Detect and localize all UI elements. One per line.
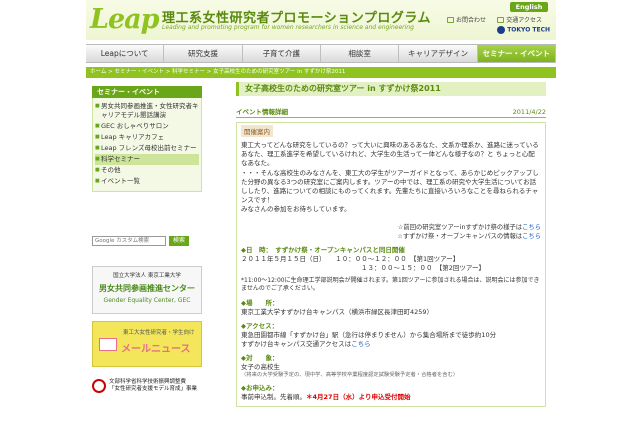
gec-banner-org: 国立大学法人 東京工業大学 <box>113 273 181 279</box>
page: Leap 理工系女性研究者プロモーションプログラム Leading and pr… <box>86 0 556 426</box>
mext-text: 文部科学省科学技術振興調整費 「女性研究者支援モデル育成」事業 <box>109 379 197 393</box>
prev-tour-line: ☆前回の研究室ツアーinすずかけ祭の様子はこちら <box>241 223 541 232</box>
nav-item-about[interactable]: Leapについて <box>86 45 165 62</box>
sidebar-item-label: Leap キャリアカフェ <box>101 133 165 141</box>
gec-banner-title: 男女共同参画推進センター <box>99 284 195 293</box>
search-button[interactable]: 検索 <box>169 236 189 246</box>
nav-item-career-design[interactable]: キャリアデザイン <box>399 45 478 62</box>
gec-banner[interactable]: 国立大学法人 東京工業大学 男女共同参画推進センター Gender Equali… <box>92 266 202 314</box>
intro-paragraph-1: 東工大ってどんな研究をしているの？って大いに興味のあるあなた、文系か理系か、進路… <box>241 141 539 168</box>
site-subtitle: Leading and promoting program for women … <box>162 24 414 31</box>
intro-paragraph-3: みなさんの参加をお待ちしています。 <box>241 205 351 214</box>
open-campus-link[interactable]: こちら <box>522 233 541 240</box>
apply-deadline: ＊4月27日（水）より申込受付開始 <box>306 392 411 401</box>
english-button[interactable]: English <box>510 2 548 12</box>
main-content: 女子高校生のための研究室ツアー in すずかけ祭2011 イベント情報詳細 20… <box>236 82 546 407</box>
announcement-heading: 開催案内 <box>241 125 273 137</box>
sidebar-item-label: その他 <box>101 166 121 174</box>
nav-item-counseling[interactable]: 相談室 <box>320 45 400 62</box>
place-heading: ◆場 所： <box>241 298 279 307</box>
search-bar: 検索 <box>92 236 202 246</box>
target-note: （将来の大学受験予定の、現中学、高等学校卒業程度認定試験受験予定者・合格者を含む… <box>241 371 459 378</box>
access-body-1: 東急田園都市線「すずかけ台」駅（急行は停まりません）から集合場所まで徒歩約10分 <box>241 330 497 339</box>
access-body-2-line: すずかけ台キャンパス交通アクセスはこちら <box>241 340 541 349</box>
date-note: *11:00～12:00に生命理工学部説明会が開催されます。第1回ツアーに参加さ… <box>241 276 540 293</box>
access-link[interactable]: こちら <box>351 340 371 348</box>
mail-news-title: メールニュース <box>121 344 191 355</box>
tokyo-tech-logo[interactable]: TOKYO TECH <box>497 26 550 34</box>
map-icon <box>497 16 505 23</box>
mext-logo-icon <box>92 379 106 393</box>
prev-tour-text: ☆前回の研究室ツアーinすずかけ祭の様子は <box>397 223 523 231</box>
nav-item-seminar-event[interactable]: セミナー・イベント <box>477 45 556 62</box>
gec-banner-subtitle: Gender Equality Center, GEC <box>103 297 191 304</box>
mext-line-2: 「女性研究者支援モデル育成」事業 <box>109 386 198 392</box>
sidebar-item-label: 男女共同参画推進・女性研究者キャリアモデル懇話講演 <box>101 102 199 119</box>
apply-line: 事前申込制。先着順。＊4月27日（水）より申込受付開始 <box>241 393 541 402</box>
sidebar: セミナー・イベント ■ 男女共同参画推進・女性研究者キャリアモデル懇話講演 ■ GE… <box>92 86 202 192</box>
sidebar-item-model-lecture[interactable]: ■ 男女共同参画推進・女性研究者キャリアモデル懇話講演 <box>95 101 199 121</box>
search-input[interactable] <box>92 236 166 246</box>
sidebar-item-label: Leap フレンズ母校出前セミナー <box>101 144 197 152</box>
post-date: 2011/4/22 <box>512 108 546 116</box>
nav-item-research-support[interactable]: 研究支援 <box>164 45 243 62</box>
sidebar-item-friends-seminar[interactable]: ■ Leap フレンズ母校出前セミナー <box>95 143 199 154</box>
intro-paragraph-2: ・・・そんな高校生のみなさんを、東工大の学生がツアーガイドとなって、あらかじめピ… <box>241 168 539 205</box>
breadcrumb: ホーム > セミナー・イベント > 科学セミナー > 女子高校生のための研究室ツ… <box>86 67 556 78</box>
sidebar-heading: セミナー・イベント <box>92 86 202 98</box>
tokyo-tech-label: TOKYO TECH <box>507 26 550 34</box>
apply-heading: ◆お申込み： <box>241 383 279 392</box>
date-heading: ◆日 時： すずかけ祭・オープンキャンパスと同日開催 <box>241 245 405 254</box>
prev-tour-link[interactable]: こちら <box>522 224 541 231</box>
sidebar-item-career-cafe[interactable]: ■ Leap キャリアカフェ <box>95 132 199 143</box>
main-nav: Leapについて 研究支援 子育て介護 相談室 キャリアデザイン セミナー・イベ… <box>86 44 556 63</box>
info-bar: イベント情報詳細 2011/4/22 <box>236 108 546 118</box>
mext-line-1: 文部科学省科学技術振興調整費 <box>109 379 187 385</box>
nav-item-childcare[interactable]: 子育て介護 <box>242 45 321 62</box>
envelope-icon <box>99 338 117 351</box>
info-label: イベント情報詳細 <box>236 108 288 116</box>
sidebar-item-event-list[interactable]: ■ イベント一覧 <box>95 176 199 187</box>
open-campus-line: ☆すずかけ祭・オープンキャンパスの情報はこちら <box>241 232 541 241</box>
access-link[interactable]: 交通アクセス <box>497 15 542 24</box>
mail-news-banner[interactable]: 東工大女性研究者・学生向け メールニュース <box>92 321 202 367</box>
access-label: 交通アクセス <box>506 17 542 24</box>
apply-body: 事前申込制。先着順。 <box>241 392 306 401</box>
sidebar-item-other[interactable]: ■ その他 <box>95 165 199 176</box>
site-header: Leap 理工系女性研究者プロモーションプログラム Leading and pr… <box>86 0 556 40</box>
access-body-2: すずかけ台キャンパス交通アクセスは <box>241 339 352 348</box>
sidebar-item-science-seminar[interactable]: ■ 科学セミナー <box>95 154 199 165</box>
mext-banner[interactable]: 文部科学省科学技術振興調整費 「女性研究者支援モデル育成」事業 <box>92 375 202 397</box>
leap-logo[interactable]: Leap <box>90 4 160 35</box>
sidebar-item-label: GEC おしゃべりサロン <box>101 122 169 130</box>
page-title: 女子高校生のための研究室ツアー in すずかけ祭2011 <box>236 82 546 96</box>
announcement-box: 開催案内 東工大ってどんな研究をしているの？って大いに興味のあるあなた、文系か理… <box>236 122 546 407</box>
target-body: 女子の高校生 <box>241 362 280 371</box>
sidebar-list: ■ 男女共同参画推進・女性研究者キャリアモデル懇話講演 ■ GEC おしゃべりサロン… <box>92 98 202 192</box>
target-heading: ◆対 象： <box>241 353 279 362</box>
place-body: 東京工業大学すずかけ台キャンパス（横浜市緑区長津田町4259） <box>241 307 434 316</box>
sidebar-item-label: イベント一覧 <box>101 177 140 185</box>
sidebar-item-label: 科学セミナー <box>101 155 140 163</box>
mail-news-caption: 東工大女性研究者・学生向け <box>123 330 195 336</box>
date-line-2: １３：００～１５：００ 【第2回ツアー】 <box>361 263 485 272</box>
inquiry-label: お問合わせ <box>455 17 486 24</box>
access-heading: ◆アクセス： <box>241 321 279 330</box>
tokyo-tech-emblem-icon <box>497 26 506 34</box>
date-line-1: ２０１１年５月１５日（日） １０：００～１２：００ 【第1回ツアー】 <box>241 254 460 263</box>
mail-icon <box>446 16 454 23</box>
open-campus-text: ☆すずかけ祭・オープンキャンパスの情報は <box>397 232 523 240</box>
breadcrumb-text[interactable]: ホーム > セミナー・イベント > 科学セミナー > 女子高校生のための研究室ツ… <box>90 69 345 75</box>
sidebar-item-gec-salon[interactable]: ■ GEC おしゃべりサロン <box>95 121 199 132</box>
inquiry-link[interactable]: お問合わせ <box>446 15 486 24</box>
